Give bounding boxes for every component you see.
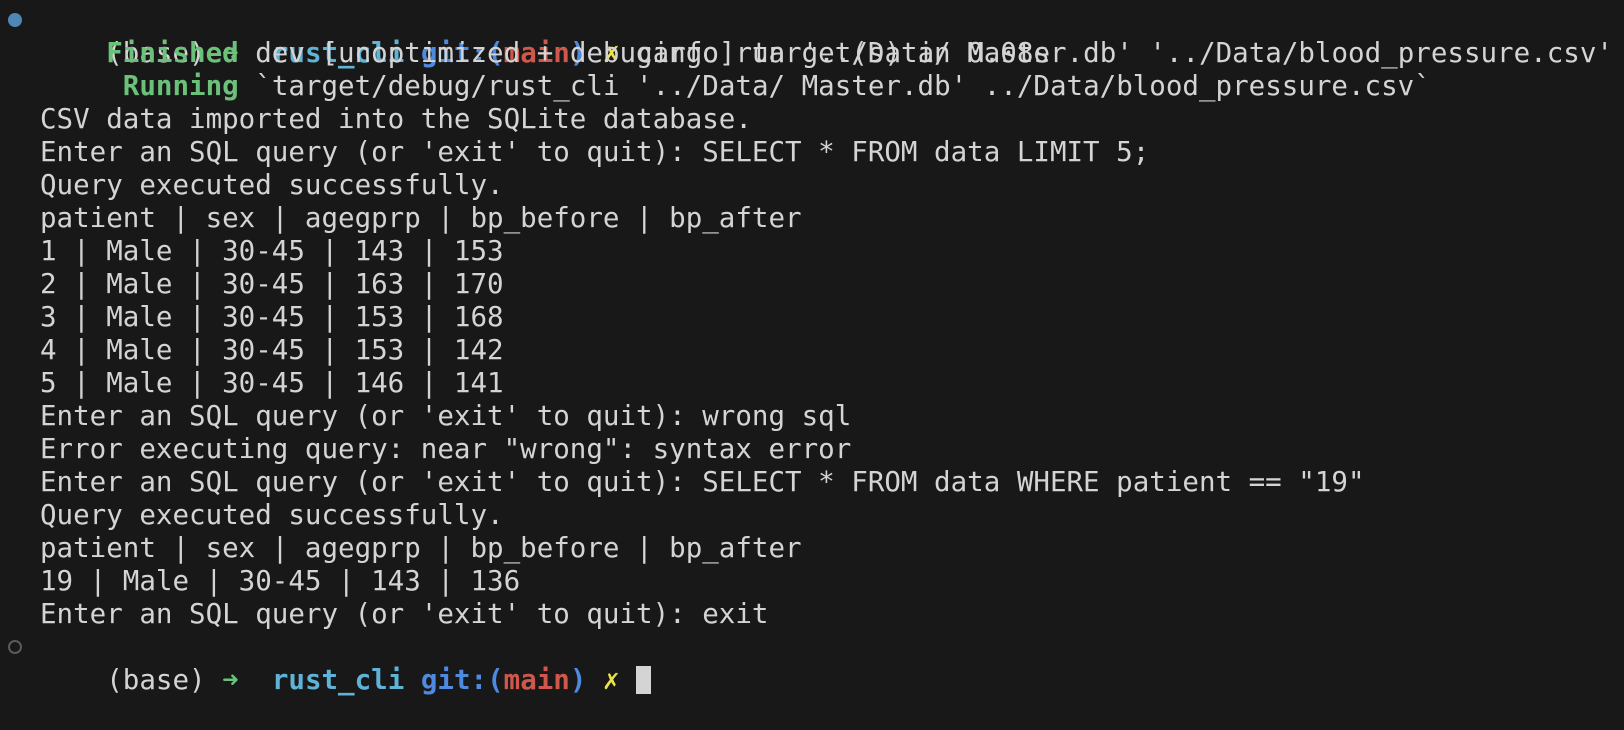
cargo-running-text: `target/debug/rust_cli '../Data/ Master.… xyxy=(238,70,1431,102)
output-line: 5 | Male | 30-45 | 146 | 141 xyxy=(40,367,504,399)
prompt-git-close: ) xyxy=(569,664,587,696)
cargo-running-label: Running xyxy=(122,70,239,102)
output-line: Enter an SQL query (or 'exit' to quit): … xyxy=(40,598,769,630)
output-line: CSV data imported into the SQLite databa… xyxy=(40,103,752,135)
cargo-finished-line: Finished dev [unoptimized + debuginfo] t… xyxy=(40,37,1613,70)
output-line: Query executed successfully. xyxy=(40,169,504,201)
prompt-env: (base) xyxy=(106,664,206,696)
prompt-arrow-icon: ➜ xyxy=(222,664,239,696)
output-line: 1 | Male | 30-45 | 143 | 153 xyxy=(40,235,504,267)
command-status-dot-icon[interactable] xyxy=(8,13,22,27)
prompt-git-label: git:( xyxy=(420,664,504,696)
output-line: patient | sex | agegprp | bp_before | bp… xyxy=(40,202,802,234)
cargo-finished-text: dev [unoptimized + debuginfo] target(s) … xyxy=(238,37,1050,69)
output-line: 2 | Male | 30-45 | 163 | 170 xyxy=(40,268,504,300)
text-cursor[interactable] xyxy=(636,666,652,694)
prompt-status-dot-icon xyxy=(8,640,22,654)
output-line: 19 | Male | 30-45 | 143 | 136 xyxy=(40,565,521,597)
output-line: Enter an SQL query (or 'exit' to quit): … xyxy=(40,136,1150,168)
prompt-git-branch: main xyxy=(503,664,570,696)
output-line: Error executing query: near "wrong": syn… xyxy=(40,433,852,465)
output-line: Enter an SQL query (or 'exit' to quit): … xyxy=(40,400,852,432)
output-line: Query executed successfully. xyxy=(40,499,504,531)
current-prompt-line[interactable]: (base) ➜ rust_cli git:(main) ✗ xyxy=(8,631,1613,696)
cargo-running-line: Running `target/debug/rust_cli '../Data/… xyxy=(40,70,1613,103)
output-line: patient | sex | agegprp | bp_before | bp… xyxy=(40,532,802,564)
prompt-directory: rust_cli xyxy=(271,664,405,696)
prompt-dirty-icon: ✗ xyxy=(603,664,620,696)
cargo-finished-label: Finished xyxy=(106,37,239,69)
command-prompt-line: (base) ➜ rust_cli git:(main) ✗ cargo run… xyxy=(8,4,1613,69)
output-line: 4 | Male | 30-45 | 153 | 142 xyxy=(40,334,504,366)
output-line: 3 | Male | 30-45 | 153 | 168 xyxy=(40,301,504,333)
output-line: Enter an SQL query (or 'exit' to quit): … xyxy=(40,466,1365,498)
terminal[interactable]: (base) ➜ rust_cli git:(main) ✗ cargo run… xyxy=(8,4,1613,696)
